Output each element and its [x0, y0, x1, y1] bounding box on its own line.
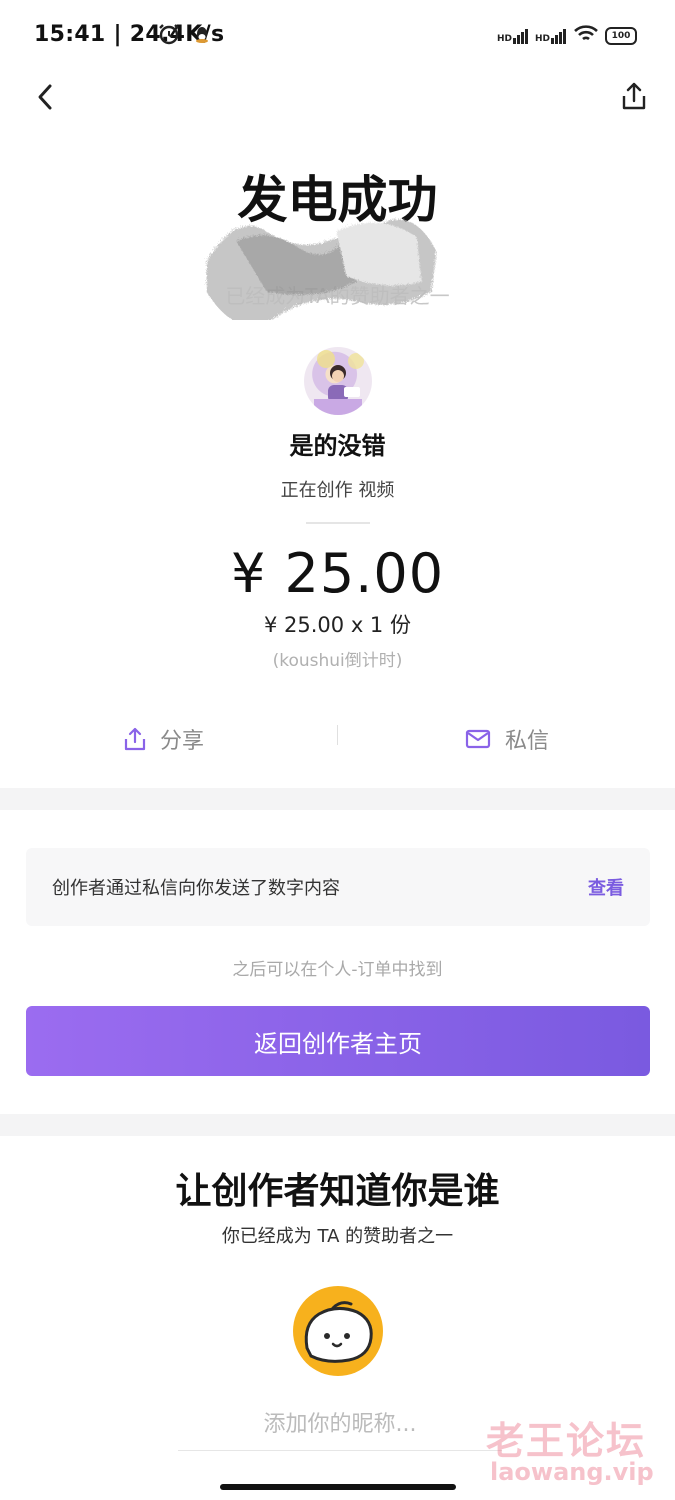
- digital-content-notice: 创作者通过私信向你发送了数字内容 查看: [26, 848, 650, 926]
- share-action-label: 分享: [160, 729, 205, 754]
- status-icons: HD HD 100: [159, 24, 637, 48]
- share-button[interactable]: [617, 78, 651, 114]
- home-indicator[interactable]: [220, 1484, 456, 1490]
- creator-name: 是的没错: [289, 432, 386, 460]
- battery-icon: 100: [605, 27, 637, 45]
- mail-icon: [465, 729, 491, 749]
- avatar-image: [314, 350, 364, 415]
- view-link[interactable]: 查看: [588, 874, 624, 900]
- share-upload-icon: [622, 82, 646, 110]
- notice-text: 创作者通过私信向你发送了数字内容: [52, 878, 340, 899]
- signal-1-label: HD: [496, 33, 512, 44]
- nickname-input[interactable]: [178, 1398, 502, 1451]
- wifi-icon: [573, 24, 599, 48]
- share-action-button[interactable]: 分享: [124, 718, 204, 760]
- order-hint: 之后可以在个人-订单中找到: [232, 960, 443, 980]
- action-divider: [337, 725, 338, 745]
- identity-subtitle: 你已经成为 TA 的赞助者之一: [221, 1226, 454, 1247]
- back-button[interactable]: [28, 80, 62, 114]
- identity-title: 让创作者知道你是谁: [175, 1171, 500, 1212]
- creator-avatar[interactable]: [304, 347, 372, 415]
- watermark-url: laowang.vip: [490, 1458, 654, 1486]
- mascot-avatar-icon[interactable]: [293, 1286, 383, 1376]
- mascot-face: [304, 1301, 373, 1363]
- divider: [306, 522, 370, 524]
- status-bar: 15:41 | 24.4K/s HD HD 100: [0, 0, 675, 70]
- redaction-scribble: [205, 218, 435, 320]
- payment-unit-line: ¥ 25.00 x 1 份: [264, 613, 411, 637]
- signal-1-icon: HD: [496, 28, 529, 44]
- watermark-text: 老王论坛: [486, 1419, 647, 1463]
- back-to-creator-button[interactable]: 返回创作者主页: [26, 1006, 650, 1076]
- creator-status: 正在创作 视频: [280, 480, 395, 501]
- share-icon: [124, 727, 146, 751]
- signal-2-icon: HD: [534, 28, 567, 44]
- signal-2-label: HD: [534, 33, 550, 44]
- payment-amount: ¥ 25.00: [230, 542, 445, 605]
- qq-icon: [194, 25, 210, 49]
- payment-countdown: (koushui倒计时): [272, 651, 403, 671]
- alarm-icon: [157, 22, 181, 50]
- message-action-button[interactable]: 私信: [465, 718, 549, 760]
- chevron-left-icon: [38, 84, 52, 110]
- message-action-label: 私信: [505, 729, 550, 754]
